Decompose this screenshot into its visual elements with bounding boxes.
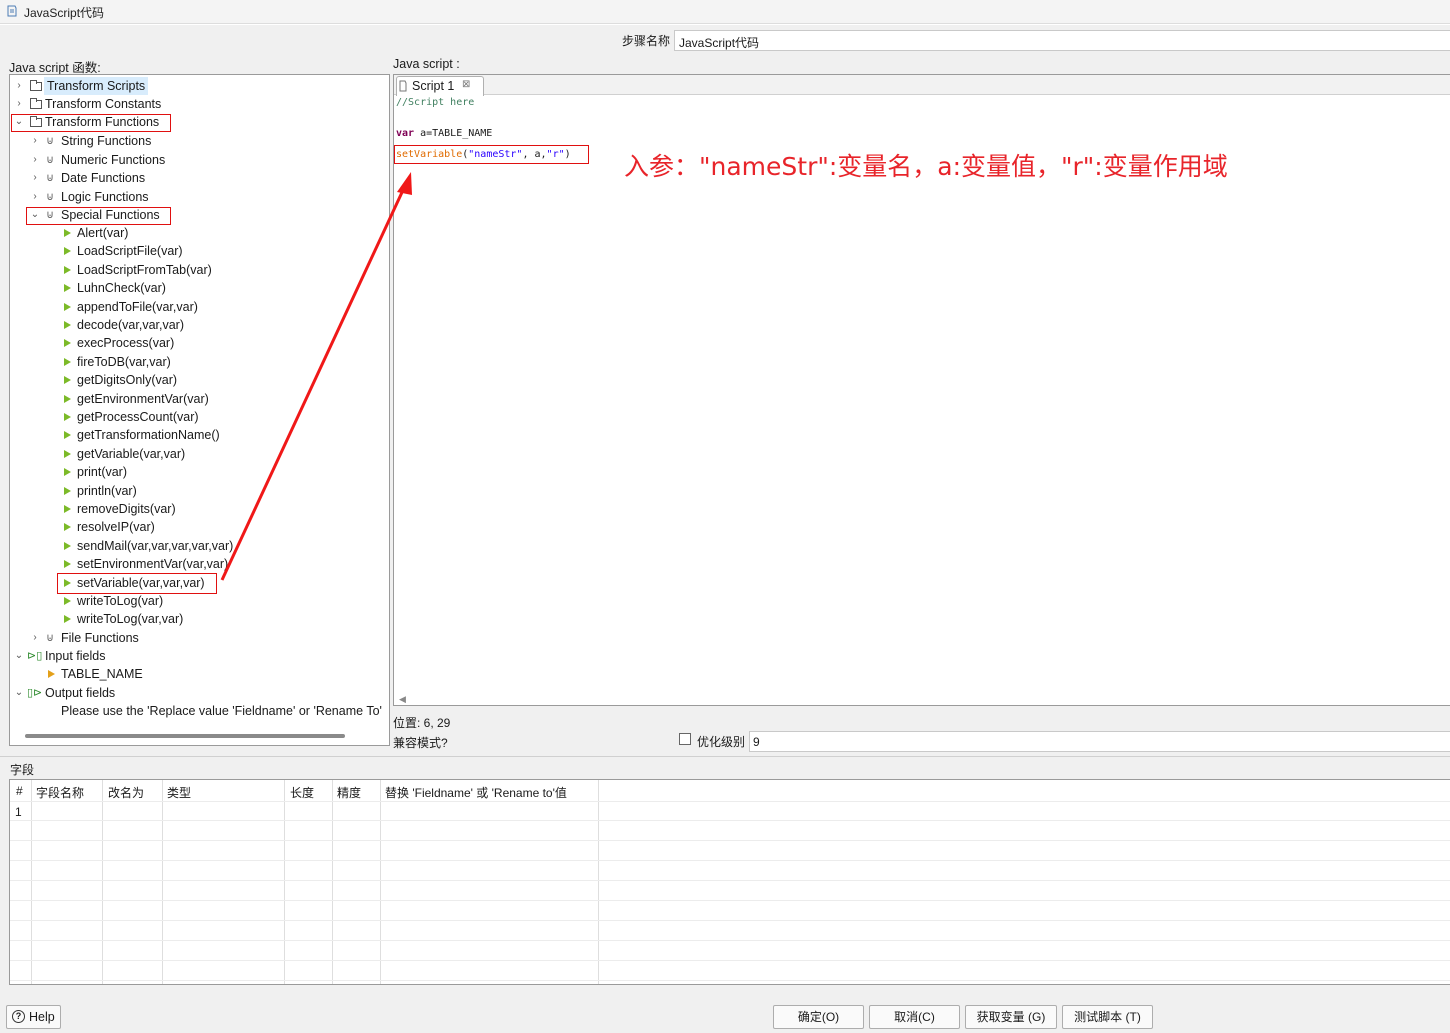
- optimize-checkbox[interactable]: [679, 733, 691, 745]
- divider: [0, 756, 1450, 757]
- table-row[interactable]: 1: [15, 805, 22, 819]
- column-header[interactable]: 字段名称: [36, 784, 84, 801]
- scroll-left-icon[interactable]: ◀: [399, 694, 406, 705]
- get-variables-button[interactable]: 获取变量 (G): [965, 1005, 1057, 1029]
- compat-mode-label: 兼容模式?: [393, 736, 448, 750]
- fields-table[interactable]: # 字段名称 改名为 类型 长度 精度 替换 'Fieldname' 或 'Re…: [9, 779, 1450, 985]
- column-header[interactable]: 精度: [337, 784, 361, 801]
- column-header[interactable]: 改名为: [108, 784, 144, 801]
- fields-label: 字段: [10, 763, 35, 777]
- column-header[interactable]: #: [16, 784, 23, 798]
- cancel-button[interactable]: 取消(C): [869, 1005, 960, 1029]
- ok-button[interactable]: 确定(O): [773, 1005, 864, 1029]
- column-header[interactable]: 长度: [290, 784, 314, 801]
- test-script-button[interactable]: 测试脚本 (T): [1062, 1005, 1153, 1029]
- optimize-level-input[interactable]: 9: [749, 731, 1450, 752]
- column-header[interactable]: 类型: [167, 784, 191, 801]
- cursor-position: 位置: 6, 29: [393, 716, 451, 730]
- help-icon: ?: [12, 1010, 25, 1023]
- optimize-label: 优化级别: [697, 735, 746, 749]
- column-header[interactable]: 替换 'Fieldname' 或 'Rename to'值: [385, 784, 567, 801]
